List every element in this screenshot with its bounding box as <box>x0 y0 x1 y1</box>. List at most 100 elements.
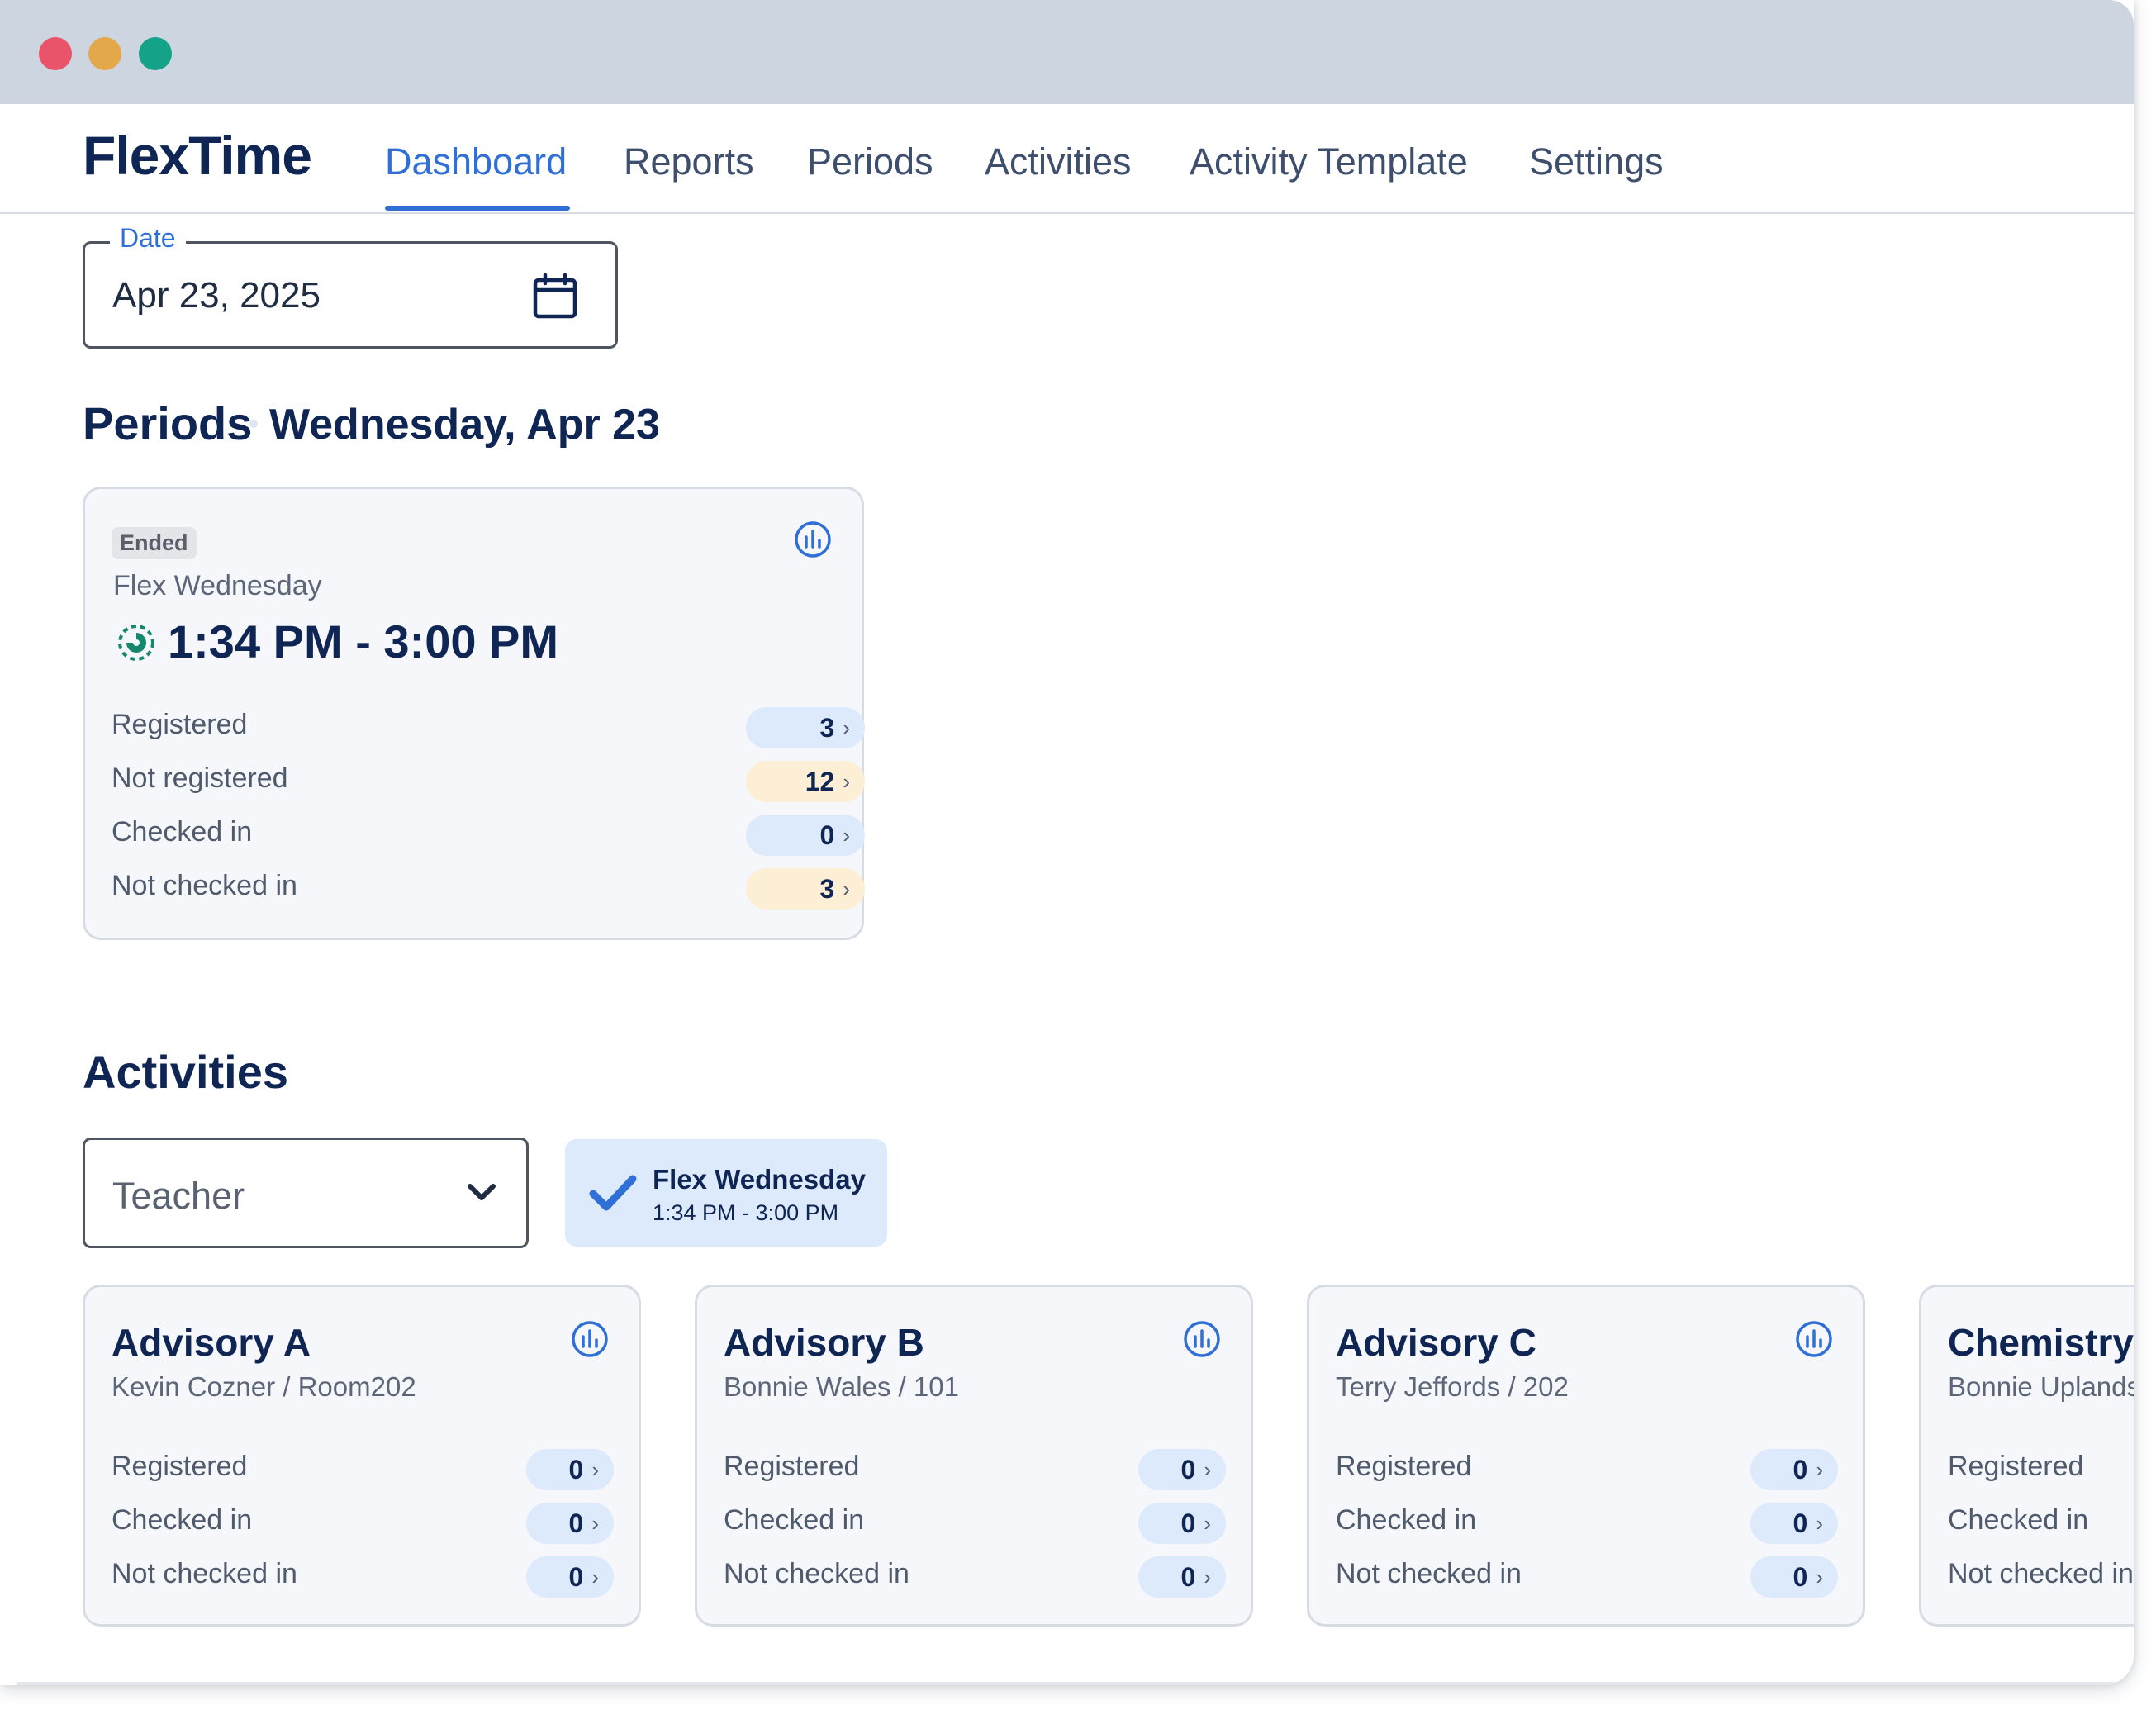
stat-label: Not checked in <box>112 1558 297 1589</box>
stat-value: 0 <box>1793 1561 1808 1592</box>
stat-value: 3 <box>819 873 835 904</box>
tab-periods[interactable]: Periods <box>807 140 933 183</box>
stat-row-not-checked-in: Not checked in <box>1948 1556 2134 1596</box>
date-field-label: Date <box>110 223 186 254</box>
chevron-right-icon: › <box>1816 1456 1823 1482</box>
chevron-right-icon: › <box>1816 1564 1823 1589</box>
stat-value: 0 <box>1180 1561 1196 1592</box>
not-checked-in-count-pill[interactable]: 0 › <box>1750 1556 1838 1598</box>
stat-label: Checked in <box>1948 1504 2089 1536</box>
chevron-right-icon: › <box>843 715 850 740</box>
date-picker-field[interactable]: Date Apr 23, 2025 <box>83 223 618 349</box>
stat-row-registered: Registered 0 › <box>112 1449 624 1490</box>
stat-value: 0 <box>1180 1508 1196 1538</box>
chip-time: 1:34 PM - 3:00 PM <box>653 1200 839 1225</box>
chevron-right-icon: › <box>843 876 850 901</box>
chevron-right-icon: › <box>591 1510 599 1536</box>
registered-count-pill[interactable]: 0 › <box>526 1449 614 1490</box>
stat-row-not-checked-in: Not checked in 3 › <box>112 868 865 910</box>
not-registered-count-pill[interactable]: 12 › <box>746 761 865 802</box>
period-filter-chip[interactable]: Flex Wednesday 1:34 PM - 3:00 PM <box>565 1139 887 1247</box>
close-window-button[interactable] <box>39 37 72 70</box>
stat-row-not-checked-in: Not checked in 0 › <box>1336 1556 1848 1598</box>
activity-meta: Terry Jeffords / 202 <box>1336 1371 1569 1402</box>
date-field-value[interactable]: Apr 23, 2025 <box>112 275 321 316</box>
stat-label: Checked in <box>112 1504 253 1536</box>
window-titlebar <box>0 0 2134 104</box>
tab-reports[interactable]: Reports <box>624 140 754 183</box>
stat-label: Registered <box>1948 1451 2084 1482</box>
period-name: Flex Wednesday <box>113 570 322 601</box>
top-navigation: FlexTime Dashboard Reports Periods Activ… <box>0 104 2134 214</box>
chevron-right-icon: › <box>591 1564 599 1589</box>
activity-card-advisory-b[interactable]: Advisory B Bonnie Wales / 101 Registered… <box>695 1285 1253 1627</box>
period-card[interactable]: Ended Flex Wednesday 1:34 PM - 3:00 PM R… <box>83 487 865 940</box>
stat-label: Checked in <box>724 1504 865 1536</box>
chevron-right-icon: › <box>1204 1510 1211 1536</box>
stat-label: Registered <box>112 1451 248 1482</box>
stat-label: Not checked in <box>112 870 297 901</box>
chevron-right-icon: › <box>591 1456 599 1482</box>
stat-value: 0 <box>819 819 835 850</box>
not-checked-in-count-pill[interactable]: 0 › <box>526 1556 614 1598</box>
bottom-divider <box>17 1682 2131 1685</box>
checked-in-count-pill[interactable]: 0 › <box>526 1503 614 1544</box>
registered-count-pill[interactable]: 0 › <box>1750 1449 1838 1490</box>
progress-clock-icon <box>118 625 154 661</box>
minimize-window-button[interactable] <box>88 37 121 70</box>
not-checked-in-count-pill[interactable]: 3 › <box>746 868 865 910</box>
bar-chart-icon[interactable] <box>571 1320 609 1358</box>
teacher-select[interactable]: Teacher <box>83 1138 529 1248</box>
not-checked-in-count-pill[interactable]: 0 › <box>1138 1556 1226 1598</box>
stat-label: Not checked in <box>724 1558 909 1589</box>
checked-in-count-pill[interactable]: 0 › <box>746 815 865 856</box>
activity-name: Advisory B <box>724 1321 924 1364</box>
activity-card-advisory-c[interactable]: Advisory C Terry Jeffords / 202 Register… <box>1307 1285 1865 1627</box>
activity-card-chemistry[interactable]: Chemistry Bonnie Uplands Registered Chec… <box>1919 1285 2134 1627</box>
stat-row-checked-in: Checked in 0 › <box>112 815 865 856</box>
registered-count-pill[interactable]: 0 › <box>1138 1449 1226 1490</box>
chevron-right-icon: › <box>843 822 850 848</box>
chevron-right-icon: › <box>843 768 850 794</box>
tab-activities[interactable]: Activities <box>985 140 1132 183</box>
stat-label: Not checked in <box>1948 1558 2134 1589</box>
bar-chart-icon[interactable] <box>794 520 832 558</box>
stat-label: Registered <box>724 1451 860 1482</box>
period-time-range: 1:34 PM - 3:00 PM <box>168 615 559 667</box>
status-badge: Ended <box>112 527 197 559</box>
stat-label: Checked in <box>112 816 253 848</box>
bar-chart-icon[interactable] <box>1183 1320 1221 1358</box>
checked-in-count-pill[interactable]: 0 › <box>1750 1503 1838 1544</box>
stat-value: 0 <box>1793 1454 1808 1484</box>
stat-row-registered: Registered <box>1948 1449 2134 1489</box>
tab-dashboard[interactable]: Dashboard <box>385 140 567 183</box>
tab-settings[interactable]: Settings <box>1529 140 1664 183</box>
activity-name: Chemistry <box>1948 1321 2134 1364</box>
stat-row-not-registered: Not registered 12 › <box>112 761 865 802</box>
calendar-icon[interactable] <box>533 273 577 320</box>
stat-label: Registered <box>112 709 248 740</box>
stat-value: 0 <box>1180 1454 1196 1484</box>
stat-row-checked-in: Checked in <box>1948 1503 2134 1542</box>
stat-row-checked-in: Checked in 0 › <box>112 1503 624 1544</box>
tab-activity-template[interactable]: Activity Template <box>1190 140 1468 183</box>
stat-row-not-checked-in: Not checked in 0 › <box>724 1556 1236 1598</box>
stat-row-registered: Registered 0 › <box>724 1449 1236 1490</box>
brand-logo[interactable]: FlexTime <box>83 124 312 187</box>
maximize-window-button[interactable] <box>139 37 172 70</box>
periods-heading: Periods <box>83 397 253 449</box>
chevron-right-icon: › <box>1204 1564 1211 1589</box>
teacher-select-value: Teacher <box>112 1175 245 1217</box>
periods-day-heading: Wednesday, Apr 23 <box>269 401 660 449</box>
activities-heading: Activities <box>83 1046 288 1098</box>
activity-card-advisory-a[interactable]: Advisory A Kevin Cozner / Room202 Regist… <box>83 1285 641 1627</box>
checked-in-count-pill[interactable]: 0 › <box>1138 1503 1226 1544</box>
stat-row-registered: Registered 0 › <box>1336 1449 1848 1490</box>
stat-value: 0 <box>568 1454 584 1484</box>
stat-row-checked-in: Checked in 0 › <box>1336 1503 1848 1544</box>
activity-meta: Kevin Cozner / Room202 <box>112 1371 416 1402</box>
chevron-right-icon: › <box>1204 1456 1211 1482</box>
active-tab-indicator <box>385 206 570 211</box>
registered-count-pill[interactable]: 3 › <box>746 707 865 748</box>
bar-chart-icon[interactable] <box>1795 1320 1833 1358</box>
